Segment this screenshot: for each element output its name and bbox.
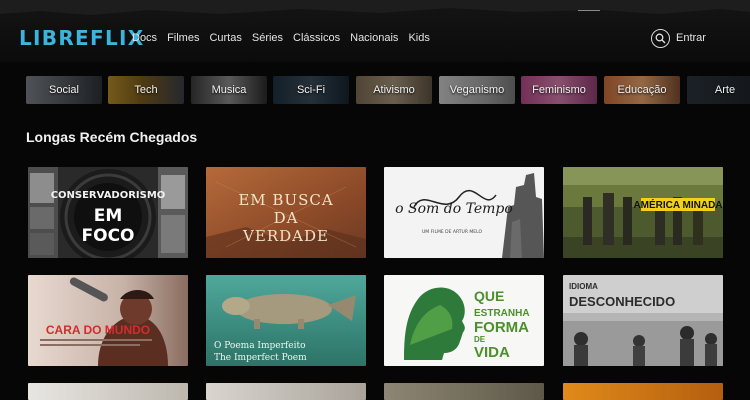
poster-title-line: DESCONHECIDO: [569, 294, 675, 309]
nav-item-docs[interactable]: Docs: [132, 32, 157, 44]
category-label: Veganismo: [449, 84, 505, 96]
category-social[interactable]: Social: [26, 76, 102, 104]
movie-poster: O Poema Imperfeito The Imperfect Poem: [206, 275, 366, 366]
poster-title-line: EM BUSCA: [238, 191, 333, 209]
nav-item-classicos[interactable]: Clássicos: [293, 32, 340, 44]
movie-poster: IDIOMA DESCONHECIDO: [563, 275, 723, 366]
poster-title-line: QUE: [474, 288, 504, 304]
movie-poster: AMÉRICA MINADA: [563, 167, 723, 258]
movie-poster: EM BUSCA DA VERDADE: [206, 167, 366, 258]
category-educacao[interactable]: Educação: [604, 76, 680, 104]
category-carousel: Social Tech Musica Sci-Fi Ativismo Vegan…: [0, 76, 750, 104]
category-label: Educação: [617, 84, 667, 96]
poster-title-line: O Poema Imperfeito: [214, 341, 306, 351]
movie-card-row3-4[interactable]: [563, 383, 723, 400]
poster-title-line: DE: [474, 335, 486, 344]
poster-title-line: o Som do Tempo: [395, 201, 513, 217]
category-label: Ativismo: [373, 84, 415, 96]
libreflix-logo[interactable]: LIBREFLIX: [19, 26, 144, 50]
category-sci-fi[interactable]: Sci-Fi: [273, 76, 349, 104]
search-button[interactable]: [651, 29, 670, 48]
category-veganismo[interactable]: Veganismo: [439, 76, 515, 104]
movie-card-idioma-desconhecido[interactable]: IDIOMA DESCONHECIDO: [563, 275, 723, 366]
movie-card-conservadorismo[interactable]: CONSERVADORISMO EM FOCO: [28, 167, 188, 258]
category-arte[interactable]: Arte: [687, 76, 750, 104]
movie-poster: CARA DO MUNDO: [28, 275, 188, 366]
category-ativismo[interactable]: Ativismo: [356, 76, 432, 104]
category-label: Musica: [211, 84, 247, 96]
nav-item-curtas[interactable]: Curtas: [209, 32, 241, 44]
section-title: Longas Recém Chegados: [26, 129, 198, 145]
poster-title-line: CARA DO MUNDO: [46, 323, 150, 337]
main-nav: Docs Filmes Curtas Séries Clássicos Naci…: [132, 32, 440, 44]
movie-card-row3-3[interactable]: [384, 383, 544, 400]
movie-card-row3-2[interactable]: [206, 383, 366, 400]
movie-poster: o Som do Tempo UM FILME DE ARTUR MELO: [384, 167, 544, 258]
login-link[interactable]: Entrar: [676, 32, 706, 44]
poster-title-line: FOCO: [82, 226, 135, 246]
category-label: Feminismo: [532, 84, 586, 96]
mountain-silhouette-decoration: [0, 0, 750, 15]
category-musica[interactable]: Musica: [191, 76, 267, 104]
category-label: Social: [49, 84, 79, 96]
poster-title-line: EM: [94, 206, 123, 226]
movie-poster: QUE ESTRANHA FORMA DE VIDA: [384, 275, 544, 366]
category-feminismo[interactable]: Feminismo: [521, 76, 597, 104]
nav-item-nacionais[interactable]: Nacionais: [350, 32, 398, 44]
category-label: Tech: [134, 84, 158, 96]
movie-card-em-busca-da-verdade[interactable]: EM BUSCA DA VERDADE: [206, 167, 366, 258]
movie-poster: CONSERVADORISMO EM FOCO: [28, 167, 188, 258]
nav-item-series[interactable]: Séries: [252, 32, 283, 44]
movie-card-america-minada[interactable]: AMÉRICA MINADA: [563, 167, 723, 258]
nav-item-kids[interactable]: Kids: [408, 32, 429, 44]
poster-title-line: DA: [274, 209, 299, 227]
movie-card-cara-do-mundo[interactable]: CARA DO MUNDO: [28, 275, 188, 366]
movie-card-o-som-do-tempo[interactable]: o Som do Tempo UM FILME DE ARTUR MELO: [384, 167, 544, 258]
category-label: Sci-Fi: [296, 84, 326, 96]
poster-title-line: FORMA: [474, 319, 529, 336]
movie-card-row3-1[interactable]: [28, 383, 188, 400]
nav-item-filmes[interactable]: Filmes: [167, 32, 199, 44]
category-label: Arte: [714, 84, 736, 96]
movie-card-que-estranha-forma-de-vida[interactable]: QUE ESTRANHA FORMA DE VIDA: [384, 275, 544, 366]
poster-title-line: VIDA: [474, 344, 510, 361]
poster-title-line: ESTRANHA: [474, 308, 530, 319]
poster-title-line: AMÉRICA MINADA: [633, 198, 722, 211]
poster-title-line: IDIOMA: [569, 282, 598, 291]
poster-title-line: CONSERVADORISMO: [51, 190, 166, 201]
top-divider: [578, 10, 600, 11]
poster-title-line: VERDADE: [242, 227, 329, 245]
category-tech[interactable]: Tech: [108, 76, 184, 104]
movie-card-o-poema-imperfeito[interactable]: O Poema Imperfeito The Imperfect Poem: [206, 275, 366, 366]
poster-credit: UM FILME DE ARTUR MELO: [422, 229, 482, 235]
poster-title-line: The Imperfect Poem: [214, 353, 307, 363]
top-navigation-bar: LIBREFLIX Docs Filmes Curtas Séries Clás…: [0, 0, 750, 62]
search-icon: [655, 33, 666, 44]
